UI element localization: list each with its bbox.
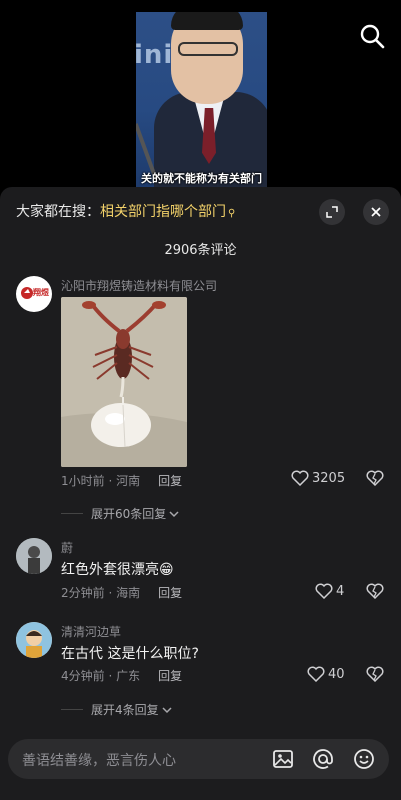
divider-line	[61, 709, 83, 710]
broken-heart-icon	[366, 470, 384, 487]
expand-sheet-button[interactable]	[319, 199, 345, 225]
expand-replies-button[interactable]: 展开4条回复	[61, 701, 173, 718]
comment-time-location: 4分钟前 · 广东	[61, 669, 141, 683]
reply-button[interactable]: 回复	[158, 474, 182, 488]
like-button[interactable]: 40	[307, 666, 345, 682]
expand-icon	[326, 206, 338, 218]
reply-button[interactable]: 回复	[158, 669, 182, 683]
divider-line	[61, 513, 83, 514]
dislike-button[interactable]	[366, 583, 384, 603]
broken-heart-icon	[366, 583, 384, 600]
avatar[interactable]	[16, 622, 52, 658]
close-icon	[371, 207, 381, 217]
expand-replies-button[interactable]: 展开60条回复	[61, 505, 180, 522]
comment-time-location: 1小时前 · 河南	[61, 474, 141, 488]
comment-meta: 4分钟前 · 广东 回复	[61, 667, 182, 684]
comment-username[interactable]: 蔚	[61, 539, 73, 556]
chevron-down-icon	[169, 510, 179, 517]
expand-replies-label: 展开4条回复	[91, 703, 159, 717]
avatar[interactable]	[16, 538, 52, 574]
comment-username[interactable]: 清清河边草	[61, 623, 121, 640]
like-count: 3205	[312, 470, 346, 486]
comment-count: 2906条评论	[164, 243, 237, 258]
user-cartoon-icon	[16, 622, 52, 658]
small-search-icon: ⚲	[228, 208, 236, 219]
trending-search[interactable]: 大家都在搜：相关部门指哪个部门 ⚲	[16, 201, 235, 221]
image-picker-button[interactable]	[271, 747, 295, 771]
like-count: 40	[328, 666, 345, 682]
dislike-button[interactable]	[366, 470, 384, 490]
heart-icon	[307, 666, 325, 682]
like-button[interactable]: 3205	[291, 470, 345, 486]
avatar[interactable]: 翔煜	[16, 276, 52, 312]
video-player[interactable]: inio 关的就不能称为有关部门	[0, 0, 401, 190]
comment-meta: 1小时前 · 河南 回复	[61, 472, 182, 489]
at-sign-icon	[313, 749, 333, 769]
close-button[interactable]	[363, 199, 389, 225]
comment-time-location: 2分钟前 · 海南	[61, 586, 141, 600]
comment-input[interactable]: 善语结善缘，恶言伤人心	[8, 739, 389, 779]
comment-username[interactable]: 沁阳市翔煜铸造材料有限公司	[61, 277, 217, 294]
search-icon	[360, 24, 385, 49]
heart-icon	[315, 583, 333, 599]
comment-meta: 2分钟前 · 海南 回复	[61, 584, 182, 601]
image-icon	[273, 750, 293, 768]
video-figure-hair	[171, 12, 243, 30]
smiley-icon	[354, 749, 374, 769]
emoji-button[interactable]	[352, 747, 376, 771]
video-subtitle: 关的就不能称为有关部门	[141, 172, 262, 185]
video-figure-glasses	[178, 42, 238, 56]
broken-heart-icon	[366, 666, 384, 683]
comment-input-bar: 善语结善缘，恶言伤人心	[0, 724, 401, 800]
comment-text: 红色外套很漂亮😁	[61, 562, 174, 578]
comment-sheet: 大家都在搜：相关部门指哪个部门 ⚲ 2906条评论 翔煜 沁阳市翔煜铸造材料有限公…	[0, 187, 401, 800]
crayfish-egg-photo	[61, 297, 187, 467]
heart-icon	[291, 470, 309, 486]
mention-button[interactable]	[311, 747, 335, 771]
comment-text: 在古代 这是什么职位?	[61, 646, 199, 662]
comment-input-placeholder: 善语结善缘，恶言伤人心	[22, 753, 176, 769]
trending-search-keyword[interactable]: 相关部门指哪个部门	[100, 204, 226, 220]
like-button[interactable]: 4	[315, 583, 344, 599]
avatar-text: 翔煜	[33, 288, 49, 297]
video-frame[interactable]: inio 关的就不能称为有关部门	[136, 12, 267, 190]
user-photo-icon	[16, 538, 52, 574]
like-count: 4	[336, 583, 345, 599]
comment-image[interactable]	[61, 297, 187, 467]
trending-search-prefix: 大家都在搜：	[16, 204, 100, 220]
dislike-button[interactable]	[366, 666, 384, 686]
expand-replies-label: 展开60条回复	[91, 507, 167, 521]
chevron-down-icon	[162, 706, 172, 713]
reply-button[interactable]: 回复	[158, 586, 182, 600]
search-button[interactable]	[358, 22, 386, 50]
